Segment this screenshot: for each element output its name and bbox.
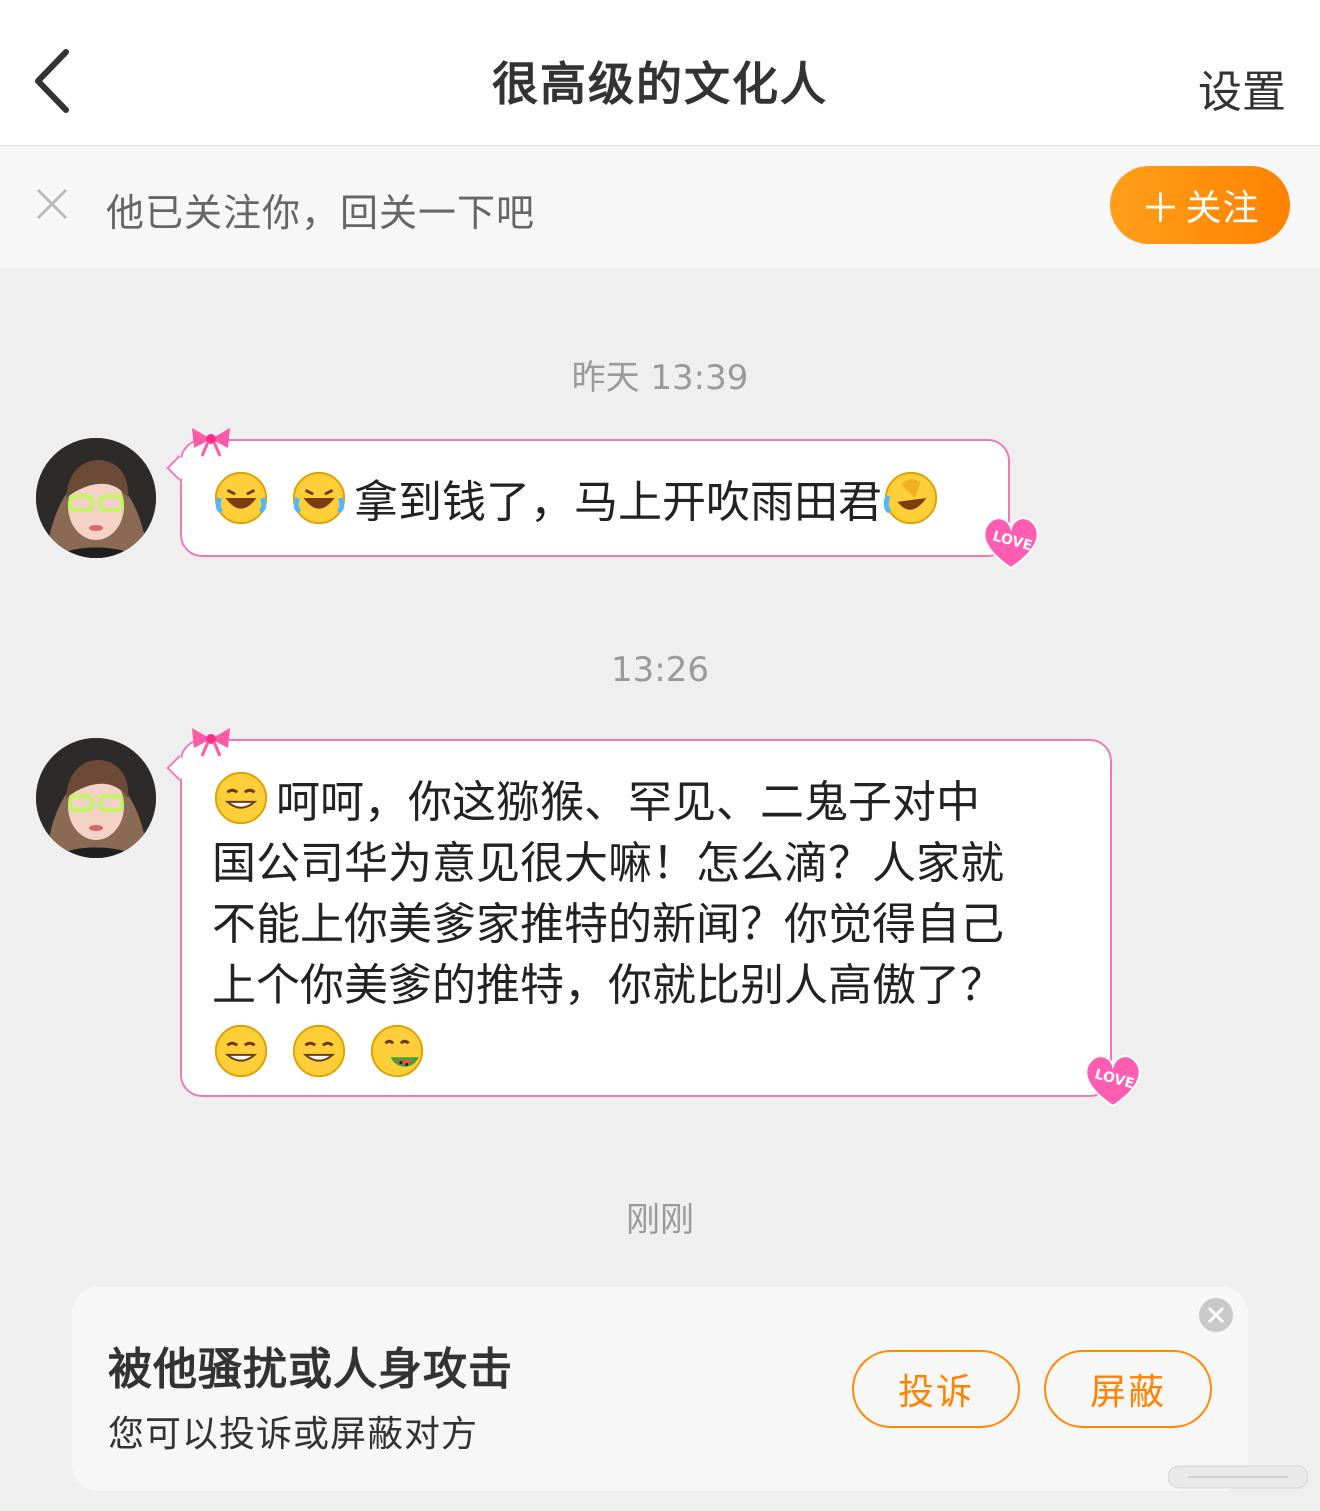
follow-back-prompt: 他已关注你，回关一下吧	[106, 191, 536, 235]
bubble-tail	[166, 455, 192, 481]
message-line: 呵呵，你这猕猴、罕见、二鬼子对中	[276, 777, 980, 828]
bow-decoration-icon	[192, 428, 230, 457]
message-timestamp: 13:26	[611, 650, 709, 690]
rolling-laughing-emoji	[883, 471, 938, 525]
nav-header: 很高级的文化人 设置	[0, 0, 1320, 146]
message-bubble[interactable]: 拿到钱了，马上开吹雨田君	[166, 439, 1010, 557]
harassment-alert-card: 被他骚扰或人身攻击 您可以投诉或屏蔽对方 投诉 屏蔽	[72, 1287, 1248, 1491]
settings-button[interactable]: 设置	[1198, 56, 1286, 120]
message-line: 不能上你美爹家推特的新闻？你觉得自己	[212, 899, 1004, 950]
page-title: 很高级的文化人	[492, 57, 828, 111]
scroll-handle-icon[interactable]	[1168, 1464, 1308, 1490]
message-timestamp: 昨天 13:39	[571, 358, 749, 398]
avatar[interactable]	[36, 438, 156, 558]
block-button[interactable]: 屏蔽	[1044, 1350, 1212, 1428]
smirk-emoji	[292, 1024, 346, 1078]
message-text: 拿到钱了，马上开吹雨田君	[212, 471, 946, 528]
alert-title: 被他骚扰或人身攻击	[108, 1344, 513, 1395]
message-timestamp: 刚刚	[626, 1200, 694, 1240]
laughing-tears-emoji	[214, 471, 268, 525]
avatar-image	[36, 738, 156, 858]
dismiss-icon[interactable]	[34, 186, 70, 222]
smirk-emoji	[214, 771, 268, 825]
love-heart-icon: LOVE	[983, 517, 1039, 570]
alert-subtitle: 您可以投诉或屏蔽对方	[108, 1414, 479, 1455]
avatar-image	[36, 438, 156, 558]
follow-button-label: 关注	[1185, 188, 1260, 229]
follow-button[interactable]: ＋ 关注	[1110, 166, 1290, 244]
message-text: 呵呵，你这猕猴、罕见、二鬼子对中 国公司华为意见很大嘛！怎么滴？人家就 不能上你…	[212, 769, 1080, 1086]
smirk-emoji	[214, 1024, 268, 1078]
love-heart-icon: LOVE	[1085, 1055, 1141, 1108]
eating-watermelon-emoji	[370, 1024, 424, 1078]
close-icon[interactable]	[1198, 1297, 1234, 1333]
report-button[interactable]: 投诉	[852, 1350, 1020, 1428]
message-line: 拿到钱了，马上开吹雨田君	[354, 477, 882, 528]
avatar[interactable]	[36, 738, 156, 858]
message-bubble[interactable]: 呵呵，你这猕猴、罕见、二鬼子对中 国公司华为意见很大嘛！怎么滴？人家就 不能上你…	[166, 739, 1112, 1097]
message-line: 国公司华为意见很大嘛！怎么滴？人家就	[212, 838, 1004, 889]
message-line: 上个你美爹的推特，你就比别人高傲了？	[212, 960, 1004, 1011]
plus-icon: ＋	[1140, 186, 1182, 232]
laughing-tears-emoji	[292, 471, 346, 525]
bubble-tail	[166, 755, 192, 781]
bow-decoration-icon	[192, 728, 230, 757]
